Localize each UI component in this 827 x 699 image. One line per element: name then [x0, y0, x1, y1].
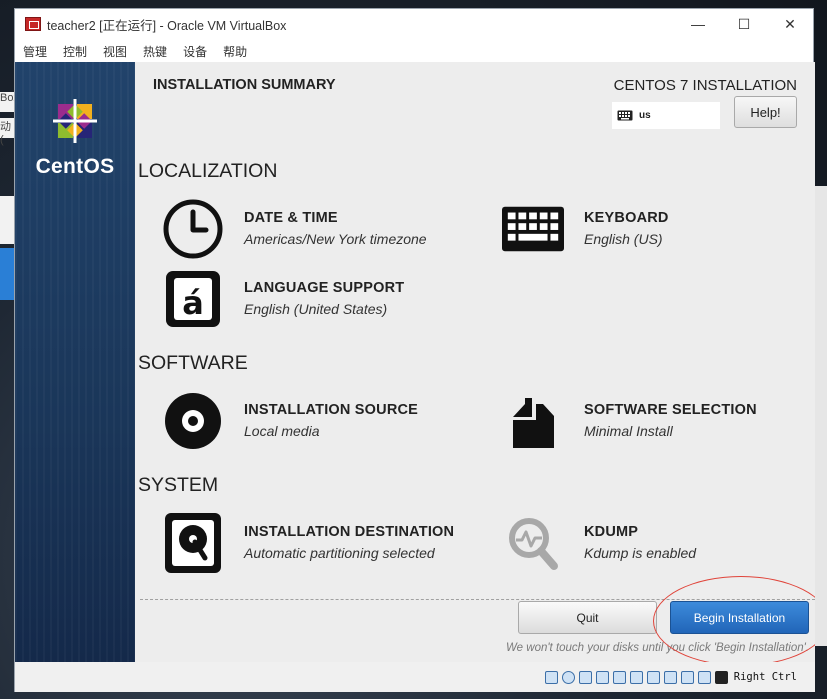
background-blue-element [0, 248, 14, 300]
usb-status-icon[interactable] [612, 670, 626, 684]
spoke-date-time-status: Americas/New York timezone [244, 231, 427, 247]
spoke-language-support[interactable]: á LANGUAGE SUPPORT English (United State… [162, 268, 404, 330]
virtualbox-window: teacher2 [正在运行] - Oracle VM VirtualBox —… [14, 8, 815, 692]
mouse-integration-status-icon[interactable] [697, 670, 711, 684]
spoke-installation-destination[interactable]: INSTALLATION DESTINATION Automatic parti… [162, 512, 454, 574]
disc-icon [165, 393, 221, 449]
virtualbox-app-icon [25, 17, 41, 31]
menu-help[interactable]: 帮助 [223, 43, 247, 60]
background-scrollbar [814, 186, 827, 646]
package-icon [513, 398, 554, 448]
product-title: CENTOS 7 INSTALLATION [613, 77, 797, 94]
quit-button[interactable]: Quit [518, 601, 657, 634]
begin-installation-button[interactable]: Begin Installation [670, 601, 809, 634]
spoke-source-status: Local media [244, 423, 320, 439]
menu-bar: 管理 控制 视图 热键 设备 帮助 [15, 39, 813, 63]
host-key-label: Right Ctrl [733, 671, 797, 683]
svg-text:á: á [182, 284, 204, 322]
network-status-icon[interactable] [595, 670, 609, 684]
audio-status-icon[interactable] [578, 670, 592, 684]
vm-status-bar: Right Ctrl [15, 662, 815, 692]
spoke-date-time[interactable]: DATE & TIME Americas/New York timezone [162, 198, 427, 260]
spoke-language-status: English (United States) [244, 301, 388, 317]
harddisk-icon [165, 513, 221, 573]
section-system: SYSTEM [138, 474, 219, 496]
host-key-arrow-icon [714, 670, 728, 684]
window-title: teacher2 [正在运行] - Oracle VM VirtualBox [47, 18, 287, 33]
help-button[interactable]: Help! [734, 96, 797, 128]
close-button[interactable]: ✕ [767, 16, 813, 33]
menu-manage[interactable]: 管理 [23, 43, 47, 60]
menu-control[interactable]: 控制 [63, 43, 87, 60]
clock-icon [163, 199, 223, 259]
centos-logo-text: CentOS [35, 155, 115, 178]
footer-divider [140, 599, 815, 600]
minimize-button[interactable]: — [675, 16, 721, 33]
menu-hotkeys[interactable]: 热键 [143, 43, 167, 60]
spoke-source-title: INSTALLATION SOURCE [244, 402, 419, 418]
background-window-fragment: 动( [0, 118, 14, 146]
section-localization: LOCALIZATION [138, 160, 278, 182]
background-text: 动( [0, 121, 11, 146]
title-bar: teacher2 [正在运行] - Oracle VM VirtualBox —… [15, 9, 813, 39]
spoke-software-selection[interactable]: SOFTWARE SELECTION Minimal Install [502, 390, 757, 452]
spoke-kdump[interactable]: KDUMP Kdump is enabled [502, 512, 696, 574]
maximize-button[interactable]: ☐ [721, 16, 767, 33]
video-capture-status-icon[interactable] [663, 670, 677, 684]
spoke-destination-title: INSTALLATION DESTINATION [244, 524, 455, 540]
virtualization-status-icon[interactable] [680, 670, 694, 684]
installer-sidebar: CentOS [15, 62, 135, 662]
hard-disk-status-icon[interactable] [544, 670, 558, 684]
keyboard-layout-value: us [639, 110, 651, 121]
spoke-installation-source[interactable]: INSTALLATION SOURCE Local media [162, 390, 418, 452]
page-title: INSTALLATION SUMMARY [153, 77, 336, 93]
optical-drive-status-icon[interactable] [561, 670, 575, 684]
keyboard-icon [502, 206, 564, 252]
centos-emblem-icon [53, 99, 97, 143]
kdump-search-icon [509, 518, 558, 570]
background-window-fragment [0, 196, 14, 244]
vm-display: CentOS INSTALLATION SUMMARY CENTOS 7 INS… [15, 62, 815, 662]
section-software: SOFTWARE [138, 352, 248, 374]
spoke-kdump-title: KDUMP [584, 524, 639, 540]
footer-hint: We won't touch your disks until you clic… [506, 642, 809, 654]
spoke-selection-title: SOFTWARE SELECTION [584, 402, 757, 418]
menu-view[interactable]: 视图 [103, 43, 127, 60]
keyboard-layout-icon [617, 110, 633, 121]
spoke-selection-status: Minimal Install [584, 423, 673, 439]
display-status-icon[interactable] [646, 670, 660, 684]
background-window-fragment: Box [0, 92, 19, 112]
spoke-keyboard[interactable]: KEYBOARD English (US) [502, 198, 669, 260]
spoke-kdump-status: Kdump is enabled [584, 545, 697, 561]
centos-logo: CentOS [31, 96, 119, 179]
spoke-keyboard-status: English (US) [584, 231, 663, 247]
spoke-destination-status: Automatic partitioning selected [244, 545, 435, 561]
keyboard-layout-indicator[interactable]: us [612, 102, 720, 129]
spoke-keyboard-title: KEYBOARD [584, 210, 669, 226]
shared-folders-status-icon[interactable] [629, 670, 643, 684]
spoke-language-title: LANGUAGE SUPPORT [244, 280, 405, 296]
menu-devices[interactable]: 设备 [183, 43, 207, 60]
spoke-date-time-title: DATE & TIME [244, 210, 338, 226]
language-icon: á [166, 271, 220, 327]
